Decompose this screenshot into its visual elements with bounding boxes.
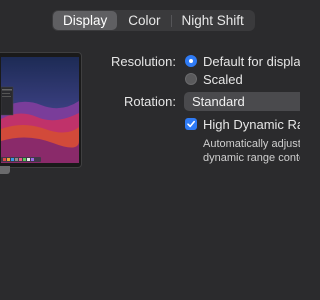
hdr-description: Automatically adjust dynamic range conte [203, 137, 300, 165]
tab-color[interactable]: Color [118, 11, 170, 30]
resolution-label: Resolution: [110, 54, 176, 69]
tab-display[interactable]: Display [53, 11, 118, 30]
rotation-label: Rotation: [123, 94, 176, 109]
hdr-description-line: Automatically adjust [203, 138, 300, 150]
hdr-checkbox[interactable] [185, 118, 197, 130]
resolution-default-radio[interactable] [185, 55, 197, 67]
resolution-default-label[interactable]: Default for display [203, 54, 300, 69]
display-preview [0, 52, 82, 174]
display-preferences-pane: Display Color Night Shift Resolution: De… [0, 0, 300, 300]
monitor-frame [0, 52, 82, 168]
monitor-stand [0, 166, 10, 174]
hdr-label[interactable]: High Dynamic Range [203, 117, 300, 132]
checkmark-icon [187, 120, 195, 128]
tab-night-shift[interactable]: Night Shift [172, 11, 254, 30]
resolution-scaled-label[interactable]: Scaled [203, 72, 243, 87]
tab-bar: Display Color Night Shift [52, 10, 255, 31]
resolution-scaled-radio[interactable] [185, 73, 197, 85]
wallpaper-image [1, 57, 79, 163]
hdr-description-line: dynamic range conte [203, 152, 300, 164]
rotation-select[interactable]: Standard [184, 92, 300, 111]
